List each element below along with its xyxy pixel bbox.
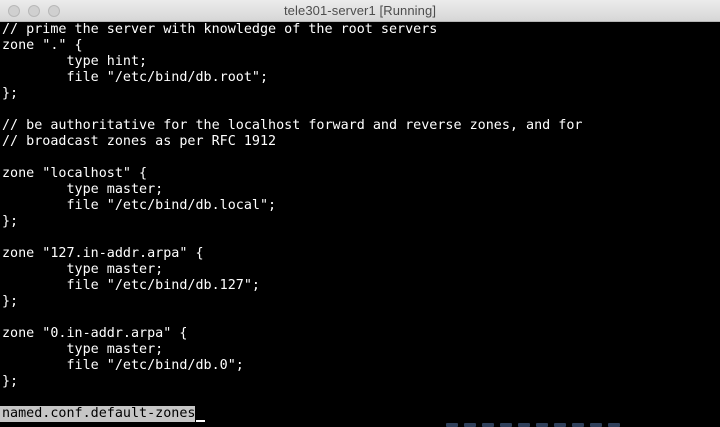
pager-status-line: named.conf.default-zones (0, 406, 206, 422)
terminal-line: zone "localhost" { (2, 166, 148, 181)
vm-status-bar (440, 423, 720, 427)
shared-folders-icon[interactable] (500, 423, 512, 427)
mouse-integration-icon[interactable] (590, 423, 602, 427)
optical-drive-icon[interactable] (464, 423, 476, 427)
terminal-line: // prime the server with knowledge of th… (2, 22, 438, 37)
terminal-line: zone "127.in-addr.arpa" { (2, 246, 204, 261)
terminal-line: type hint; (2, 54, 148, 69)
cpu-icon[interactable] (572, 423, 584, 427)
terminal-line: type master; (2, 262, 164, 277)
terminal-line: zone "." { (2, 38, 83, 53)
status-filename: named.conf.default-zones (0, 406, 196, 422)
vm-window: tele301-server1 [Running] // prime the s… (0, 0, 720, 427)
terminal-line: file "/etc/bind/db.local"; (2, 198, 277, 213)
terminal-line: zone "0.in-addr.arpa" { (2, 326, 188, 341)
terminal-line: file "/etc/bind/db.0"; (2, 358, 244, 373)
network-icon[interactable] (536, 423, 548, 427)
terminal-line: }; (2, 86, 19, 101)
terminal-line: type master; (2, 182, 164, 197)
hard-disk-icon[interactable] (446, 423, 458, 427)
terminal-line: type master; (2, 342, 164, 357)
terminal-line: // broadcast zones as per RFC 1912 (2, 134, 277, 149)
terminal-line: file "/etc/bind/db.127"; (2, 278, 260, 293)
display-icon[interactable] (518, 423, 530, 427)
recording-icon[interactable] (554, 423, 566, 427)
text-cursor (196, 420, 206, 422)
terminal-line: }; (2, 374, 19, 389)
terminal-line: // be authoritative for the localhost fo… (2, 118, 583, 133)
terminal-line: file "/etc/bind/db.root"; (2, 70, 269, 85)
terminal-line: }; (2, 214, 19, 229)
title-bar[interactable]: tele301-server1 [Running] (0, 0, 720, 22)
terminal-line: }; (2, 294, 19, 309)
terminal-screen[interactable]: // prime the server with knowledge of th… (0, 22, 720, 427)
host-key-icon[interactable] (608, 423, 620, 427)
usb-icon[interactable] (482, 423, 494, 427)
window-title: tele301-server1 [Running] (283, 3, 437, 18)
